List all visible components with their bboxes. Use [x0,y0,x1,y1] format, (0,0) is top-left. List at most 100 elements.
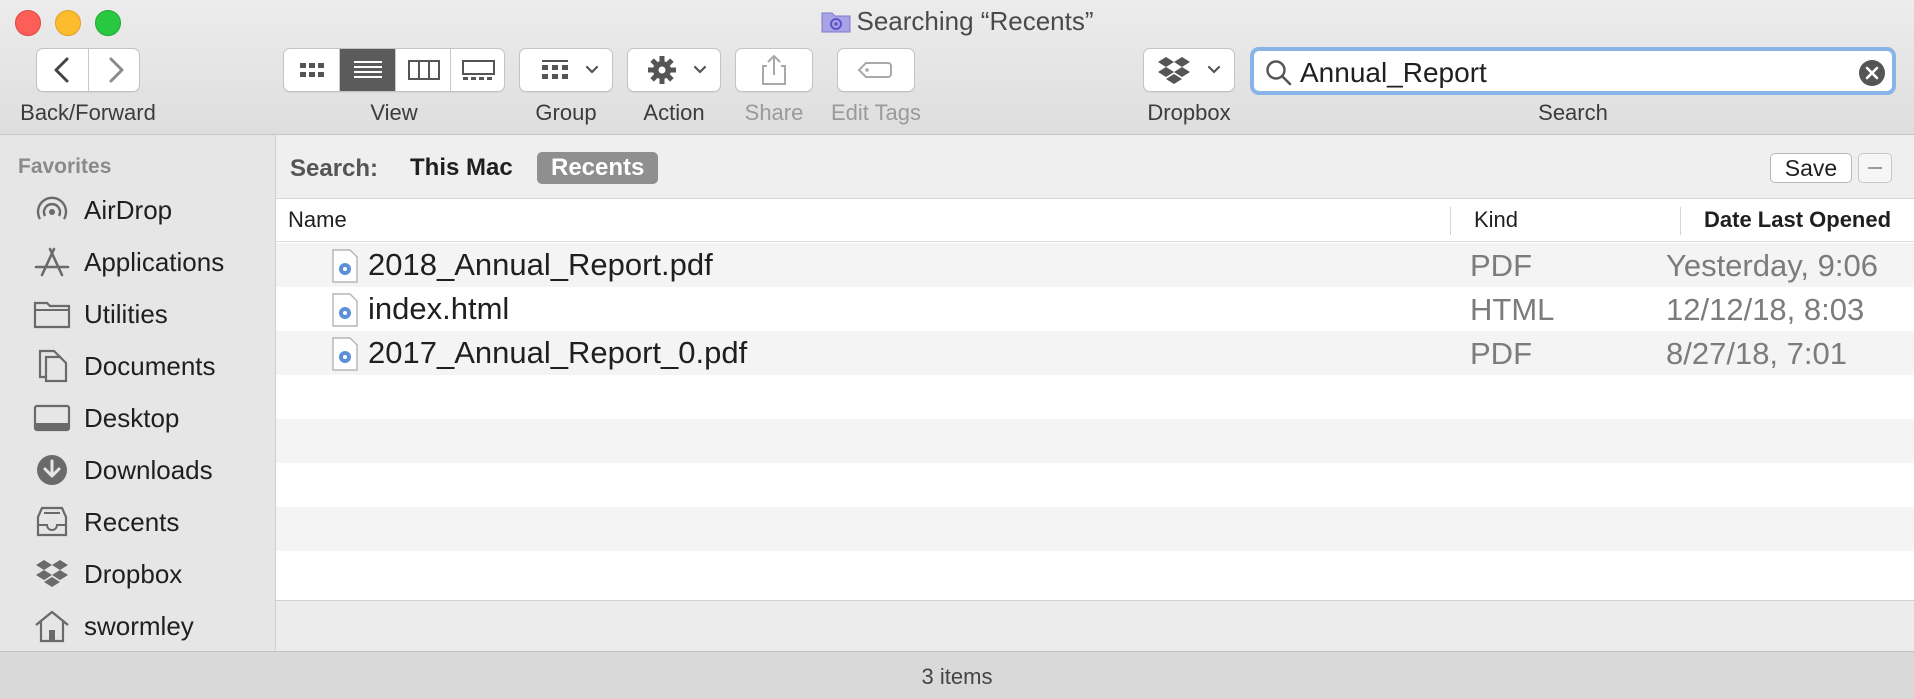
save-search-button[interactable]: Save [1770,153,1852,183]
search-field[interactable]: Annual_Report [1250,47,1896,95]
main-content: Search: This Mac Recents Save Name Kind … [276,135,1914,652]
file-list: 2018_Annual_Report.pdf PDF Yesterday, 9:… [276,243,1914,599]
sidebar-item-desktop[interactable]: Desktop [32,397,272,437]
column-view-button[interactable] [396,49,451,91]
file-kind: HTML [1470,292,1555,327]
item-count: 3 items [921,664,993,689]
file-kind: PDF [1470,336,1532,371]
smart-folder-icon [821,12,850,33]
sidebar-item-label: Utilities [84,299,168,329]
search-scope-label: Search: [290,155,379,182]
column-divider[interactable] [1450,207,1451,235]
file-date: 8/27/18, 7:01 [1666,336,1847,371]
file-date: 12/12/18, 8:03 [1666,292,1865,327]
chevron-left-icon [54,57,69,83]
grid-icon [300,63,324,77]
sidebar-item-home[interactable]: swormley [32,605,272,645]
share-icon [762,54,786,85]
list-icon [354,61,382,78]
html-file-icon [332,293,358,327]
downloads-icon [37,455,67,485]
sidebar: Favorites AirDrop Applications Utilities [0,135,276,651]
column-header-name[interactable]: Name [288,207,347,233]
sidebar-header-favorites: Favorites [18,155,112,178]
forward-button[interactable] [89,49,139,91]
search-icon [1266,60,1292,86]
sidebar-item-applications[interactable]: Applications [32,241,272,281]
group-icon [542,60,599,79]
dropbox-label: Dropbox [1147,100,1231,125]
sidebar-item-recents[interactable]: Recents [32,501,272,541]
view-switcher [283,48,505,92]
search-input[interactable]: Annual_Report [1300,57,1487,89]
view-label: View [370,100,418,125]
sidebar-item-utilities[interactable]: Utilities [32,293,272,333]
back-button[interactable] [37,49,89,91]
status-bar: 3 items [0,651,1914,699]
scope-this-mac[interactable]: This Mac [410,154,513,182]
chevron-right-icon [109,57,124,83]
sidebar-item-label: Documents [84,351,216,381]
share-label: Share [744,100,804,125]
clear-search-icon[interactable] [1858,59,1886,87]
file-name: 2018_Annual_Report.pdf [368,247,713,282]
back-forward-control [36,48,140,92]
file-kind: PDF [1470,248,1532,283]
recents-icon [36,506,68,537]
sidebar-item-label: Downloads [84,455,213,485]
pdf-file-icon [332,337,358,371]
sidebar-item-label: Dropbox [84,559,183,589]
share-button[interactable] [735,48,813,92]
columns-icon [408,60,440,80]
gear-icon [648,56,707,84]
icon-view-button[interactable] [284,49,340,91]
file-date: Yesterday, 9:06 [1666,248,1878,283]
search-scope-bar: Search: This Mac Recents Save [276,135,1914,199]
empty-row [276,419,1914,463]
empty-row [276,375,1914,419]
table-row[interactable]: 2017_Annual_Report_0.pdf PDF 8/27/18, 7:… [276,331,1914,375]
table-row[interactable]: 2018_Annual_Report.pdf PDF Yesterday, 9:… [276,243,1914,287]
window-title: Searching “Recents” [0,6,1914,37]
sidebar-item-documents[interactable]: Documents [32,345,272,385]
empty-row [276,463,1914,507]
sidebar-item-label: Desktop [84,403,180,433]
gallery-view-button[interactable] [451,49,504,91]
toolbar: Searching “Recents” Back/Forward View Gr… [0,0,1914,135]
column-headers: Name Kind Date Last Opened [276,199,1914,242]
file-name: index.html [368,291,510,326]
applications-icon [34,247,70,277]
sidebar-item-downloads[interactable]: Downloads [32,449,272,489]
action-button[interactable] [627,48,721,92]
sidebar-item-airdrop[interactable]: AirDrop [32,189,272,229]
list-footer [276,600,1914,652]
scope-recents[interactable]: Recents [537,152,659,184]
remove-criteria-button[interactable] [1858,153,1892,183]
dropbox-button[interactable] [1143,48,1235,92]
tag-icon [857,62,892,78]
sidebar-item-dropbox[interactable]: Dropbox [32,553,272,593]
empty-row [276,507,1914,551]
search-label: Search [1538,100,1608,125]
list-view-button[interactable] [340,49,396,91]
sidebar-item-label: swormley [84,611,194,641]
column-header-kind[interactable]: Kind [1474,207,1518,233]
sidebar-item-label: Recents [84,507,180,537]
window-title-text: Searching “Recents” [856,6,1094,36]
column-header-date[interactable]: Date Last Opened [1704,207,1891,233]
table-row[interactable]: index.html HTML 12/12/18, 8:03 [276,287,1914,331]
group-button[interactable] [519,48,613,92]
edit-tags-button[interactable] [837,48,915,92]
sidebar-item-label: Applications [84,247,225,277]
back-forward-label: Back/Forward [20,100,156,125]
edit-tags-label: Edit Tags [830,100,922,125]
dropbox-icon [36,560,68,587]
airdrop-icon [36,196,68,220]
pdf-file-icon [332,249,358,283]
gallery-icon [462,60,495,80]
column-divider[interactable] [1680,207,1681,235]
group-label: Group [535,100,597,125]
documents-icon [38,349,68,383]
sidebar-item-label: AirDrop [84,195,173,225]
desktop-icon [33,404,71,432]
